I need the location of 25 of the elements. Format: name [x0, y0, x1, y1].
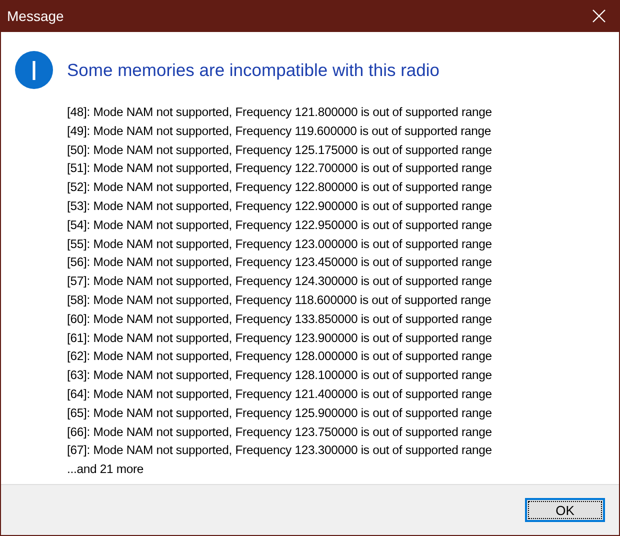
message-line: [55]: Mode NAM not supported, Frequency 123.000000 is out of supported range [67, 236, 493, 253]
message-line: [64]: Mode NAM not supported, Frequency 121.400000 is out of supported range [67, 386, 493, 403]
ok-button[interactable]: OK [525, 498, 605, 522]
more-count: ...and 21 more [67, 461, 144, 478]
message-line: [57]: Mode NAM not supported, Frequency 124.300000 is out of supported range [67, 273, 493, 290]
info-icon [15, 51, 53, 89]
message-line: [49]: Mode NAM not supported, Frequency 119.600000 is out of supported range [67, 122, 492, 140]
message-line: [66]: Mode NAM not supported, Frequency 123.750000 is out of supported range [67, 424, 493, 441]
message-line: [67]: Mode NAM not supported, Frequency 123.300000 is out of supported range [67, 442, 493, 460]
message-line: [63]: Mode NAM not supported, Frequency 128.100000 is out of supported range [67, 367, 493, 384]
message-line: [51]: Mode NAM not supported, Frequency 122.700000 is out of supported range [67, 160, 493, 178]
message-line: [54]: Mode NAM not supported, Frequency 122.950000 is out of supported range [67, 216, 493, 234]
message-line: [61]: Mode NAM not supported, Frequency 123.900000 is out of supported range [67, 330, 493, 347]
close-icon[interactable] [592, 9, 606, 23]
message-line: [65]: Mode NAM not supported, Frequency 125.900000 is out of supported range [67, 404, 493, 422]
message-line: [53]: Mode NAM not supported, Frequency 122.900000 is out of supported range [67, 198, 493, 215]
message-line: [60]: Mode NAM not supported, Frequency 133.850000 is out of supported range [67, 310, 493, 328]
message-heading: Some memories are incompatible with this radio [67, 60, 440, 80]
window-title: Message [7, 8, 64, 24]
message-line: [58]: Mode NAM not supported, Frequency 118.600000 is out of supported range [67, 292, 492, 309]
message-line: [48]: Mode NAM not supported, Frequency 121.800000 is out of supported range [67, 104, 493, 121]
message-line: [52]: Mode NAM not supported, Frequency 122.800000 is out of supported range [67, 179, 493, 196]
message-line: [56]: Mode NAM not supported, Frequency 123.450000 is out of supported range [67, 254, 493, 272]
message-line: [50]: Mode NAM not supported, Frequency 125.175000 is out of supported range [67, 142, 493, 159]
message-line: [62]: Mode NAM not supported, Frequency 128.000000 is out of supported range [67, 348, 493, 366]
